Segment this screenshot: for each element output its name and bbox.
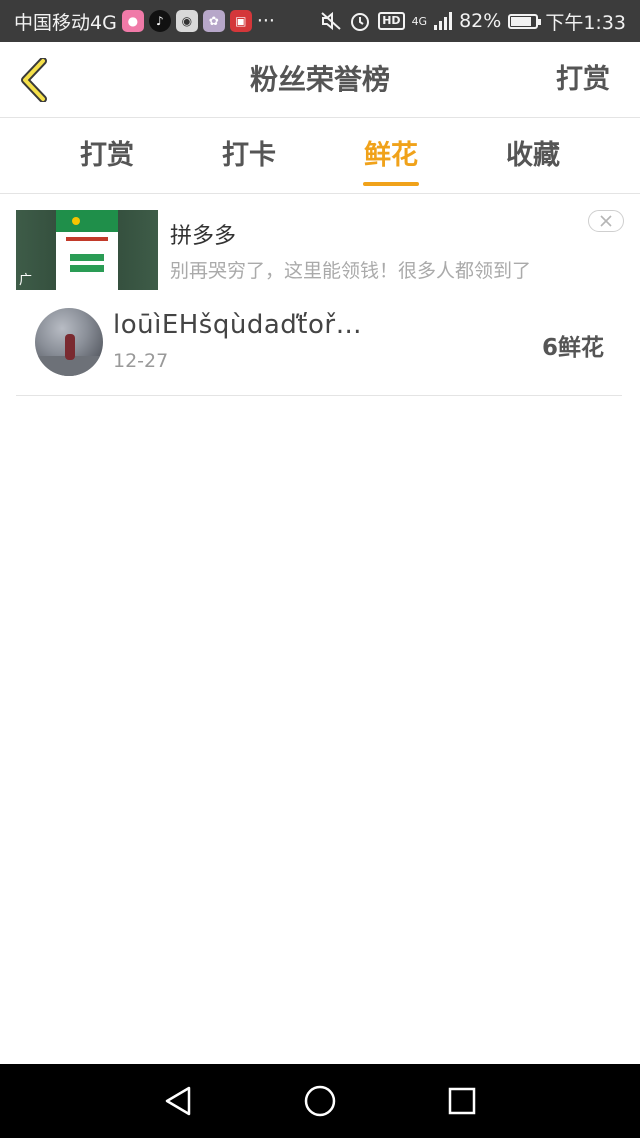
battery-percent: 82% bbox=[459, 10, 502, 32]
ad-thumbnail: 广 bbox=[16, 210, 158, 290]
nav-recents-button[interactable] bbox=[442, 1081, 482, 1121]
ad-close-button[interactable] bbox=[588, 210, 624, 232]
tab-label: 收藏 bbox=[506, 140, 560, 171]
tab-label: 打卡 bbox=[222, 140, 276, 171]
tab-reward[interactable]: 打赏 bbox=[57, 118, 157, 194]
clock: 下午1:33 bbox=[545, 11, 626, 34]
active-tab-indicator bbox=[363, 182, 419, 186]
user-name: loūìEHšqùdaďťoř… bbox=[113, 310, 363, 340]
item-date: 12-27 bbox=[113, 350, 169, 372]
alarm-icon bbox=[351, 13, 370, 31]
ad-mark: 广 bbox=[19, 273, 33, 288]
tab-bar: 打赏 打卡 鲜花 收藏 bbox=[0, 118, 640, 194]
signal-icon bbox=[434, 12, 453, 30]
recents-square-icon bbox=[448, 1087, 476, 1115]
tab-favorites[interactable]: 收藏 bbox=[483, 118, 583, 194]
ad-banner[interactable]: 广 拼多多 别再哭穷了，这里能领钱！很多人都领到了 bbox=[16, 210, 624, 290]
tab-flowers[interactable]: 鲜花 bbox=[341, 118, 441, 194]
list-item[interactable]: loūìEHšqùdaďťoř… 12-27 6鲜花 bbox=[16, 298, 622, 396]
tiktok-icon: ♪ bbox=[148, 10, 171, 32]
tab-checkin[interactable]: 打卡 bbox=[199, 118, 299, 194]
red-app-icon: ▣ bbox=[229, 10, 252, 32]
avatar bbox=[35, 308, 103, 376]
network-type: 4G bbox=[411, 14, 428, 28]
carrier-label: 中国移动4G bbox=[14, 11, 117, 34]
flower-count: 6鲜花 bbox=[541, 335, 604, 361]
mute-icon bbox=[321, 11, 341, 31]
status-bar-right: HD 4G 82% 下午1:33 bbox=[320, 8, 626, 35]
back-triangle-icon bbox=[165, 1086, 191, 1116]
more-notifications: ··· bbox=[256, 10, 275, 32]
chevron-left-icon bbox=[21, 58, 47, 102]
close-icon bbox=[600, 215, 612, 227]
page-title: 粉丝荣誉榜 bbox=[249, 63, 390, 96]
tab-label: 鲜花 bbox=[364, 140, 418, 171]
app-header: 粉丝荣誉榜 打赏 bbox=[0, 42, 640, 118]
status-bar: 中国移动4G ● ♪ ◉ ✿ ▣ ··· HD 4G 82% 下午1:33 bbox=[0, 0, 640, 42]
ad-title: 拼多多 bbox=[170, 224, 237, 249]
ad-description: 别再哭穷了，这里能领钱！很多人都领到了 bbox=[170, 260, 532, 282]
pink-app-icon: ● bbox=[121, 10, 144, 32]
back-button[interactable] bbox=[16, 56, 52, 104]
nav-home-button[interactable] bbox=[300, 1081, 340, 1121]
tab-label: 打赏 bbox=[80, 140, 134, 171]
cartoon-app-icon: ✿ bbox=[202, 10, 225, 32]
nav-back-button[interactable] bbox=[158, 1081, 198, 1121]
battery-icon bbox=[508, 13, 542, 29]
hd-badge: HD bbox=[378, 12, 405, 30]
status-bar-left: 中国移动4G ● ♪ ◉ ✿ ▣ ··· bbox=[14, 8, 275, 35]
chat-app-icon: ◉ bbox=[175, 10, 198, 32]
home-circle-icon bbox=[304, 1085, 336, 1117]
reward-button[interactable]: 打赏 bbox=[556, 42, 610, 118]
system-nav-bar bbox=[0, 1064, 640, 1138]
